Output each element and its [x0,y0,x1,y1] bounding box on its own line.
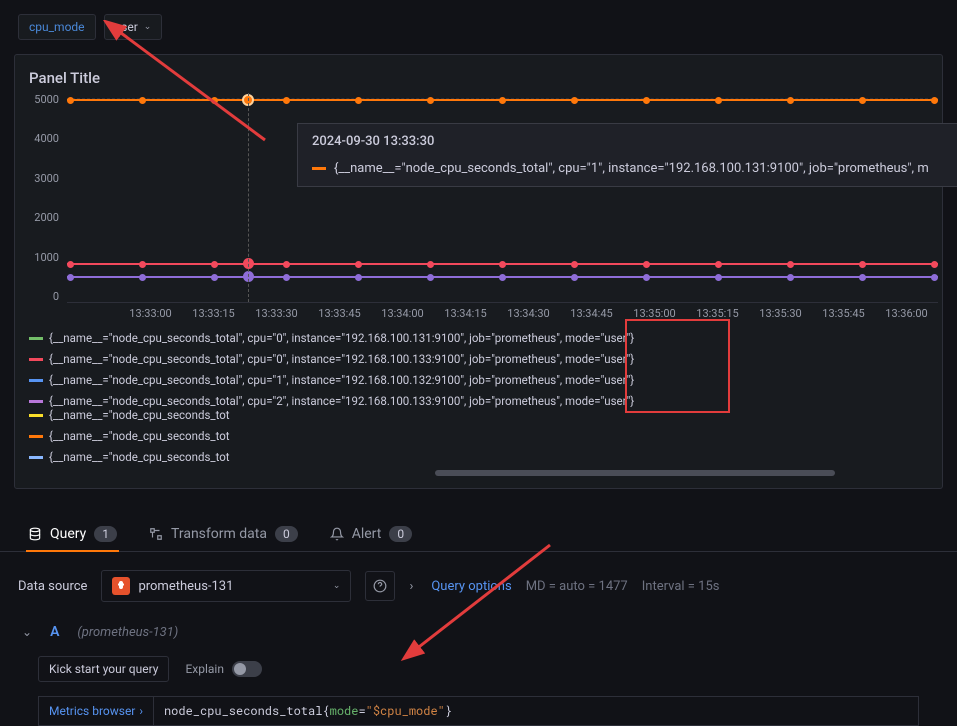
hover-line [248,93,249,302]
tab-alert[interactable]: Alert 0 [328,518,414,552]
legend-swatch [29,456,43,459]
series-line [67,263,938,265]
query-expression-input[interactable]: node_cpu_seconds_total{mode="$cpu_mode"} [154,696,919,726]
legend-item[interactable]: {__name__="node_cpu_seconds_tot [29,408,230,422]
legend-item[interactable]: {__name__="node_cpu_seconds_tot [29,429,230,443]
chevron-down-icon: ⌄ [333,581,341,591]
legend-item[interactable]: {__name__="node_cpu_seconds_total", cpu=… [29,394,759,408]
chevron-right-icon: › [409,579,413,594]
datasource-select[interactable]: prometheus-131 ⌄ [101,570,351,602]
panel-title: Panel Title [15,65,942,93]
query-options-toggle[interactable]: Query options [431,579,511,594]
legend: {__name__="node_cpu_seconds_total", cpu=… [15,323,942,464]
variable-value-dropdown[interactable]: user ⌄ [104,14,163,40]
tooltip-swatch [312,167,326,170]
tab-count: 0 [275,526,298,542]
datasource-label: Data source [18,579,87,594]
help-button[interactable] [365,571,395,601]
query-meta-md: MD = auto = 1477 [526,579,628,594]
metrics-browser-button[interactable]: Metrics browser › [38,696,154,726]
tabs: Query 1 Transform data 0 Alert 0 [0,501,957,552]
legend-swatch [29,414,43,417]
legend-item[interactable]: {__name__="node_cpu_seconds_total", cpu=… [29,373,759,387]
explain-label: Explain [185,662,224,676]
series-line [67,99,938,101]
chart-tooltip: 2024-09-30 13:33:30 {__name__="node_cpu_… [297,123,957,187]
tab-transform[interactable]: Transform data 0 [147,518,300,552]
chevron-right-icon: › [139,704,143,718]
query-tools: Kick start your query Explain [0,650,957,688]
tooltip-timestamp: 2024-09-30 13:33:30 [312,134,957,149]
transform-icon [149,527,163,541]
prometheus-icon [112,577,130,595]
legend-swatch [29,337,43,340]
query-editor-row: Metrics browser › node_cpu_seconds_total… [38,696,919,726]
series-line [67,276,938,278]
y-axis: 5000 4000 3000 2000 1000 0 [15,93,65,303]
query-header: ⌄ A (prometheus-131) [0,614,957,650]
legend-swatch [29,379,43,382]
tab-query[interactable]: Query 1 [26,518,119,552]
plot-area: 2024-09-30 13:33:30 {__name__="node_cpu_… [67,93,938,303]
explain-toggle[interactable] [232,661,262,677]
x-axis: 13:33:0013:33:1513:33:3013:33:4513:34:00… [67,303,938,320]
variable-name-chip[interactable]: cpu_mode [18,14,96,40]
explain-toggle-wrap: Explain [185,661,262,677]
database-icon [28,527,42,541]
datasource-name: prometheus-131 [138,579,233,594]
query-ref-id[interactable]: A [50,624,59,640]
query-meta-interval: Interval = 15s [642,579,720,594]
legend-swatch [29,435,43,438]
tooltip-series-text: {__name__="node_cpu_seconds_total", cpu=… [334,161,929,176]
legend-scrollbar[interactable] [435,470,835,476]
legend-swatch [29,400,43,403]
panel: Panel Title 5000 4000 3000 2000 1000 0 [14,54,943,489]
legend-item[interactable]: {__name__="node_cpu_seconds_total", cpu=… [29,352,759,366]
legend-swatch [29,358,43,361]
legend-item[interactable]: {__name__="node_cpu_seconds_total", cpu=… [29,331,759,345]
tab-count: 0 [389,526,412,542]
collapse-chevron-icon[interactable]: ⌄ [22,625,32,639]
chart[interactable]: 5000 4000 3000 2000 1000 0 [15,93,942,323]
bell-icon [330,527,344,541]
chevron-down-icon: ⌄ [144,22,152,32]
datasource-row: Data source prometheus-131 ⌄ › Query opt… [0,552,957,614]
kickstart-button[interactable]: Kick start your query [38,656,169,682]
tab-count: 1 [94,526,117,542]
legend-item[interactable]: {__name__="node_cpu_seconds_tot [29,450,230,464]
variable-value-label: user [115,20,138,34]
query-datasource-name: (prometheus-131) [77,625,178,640]
